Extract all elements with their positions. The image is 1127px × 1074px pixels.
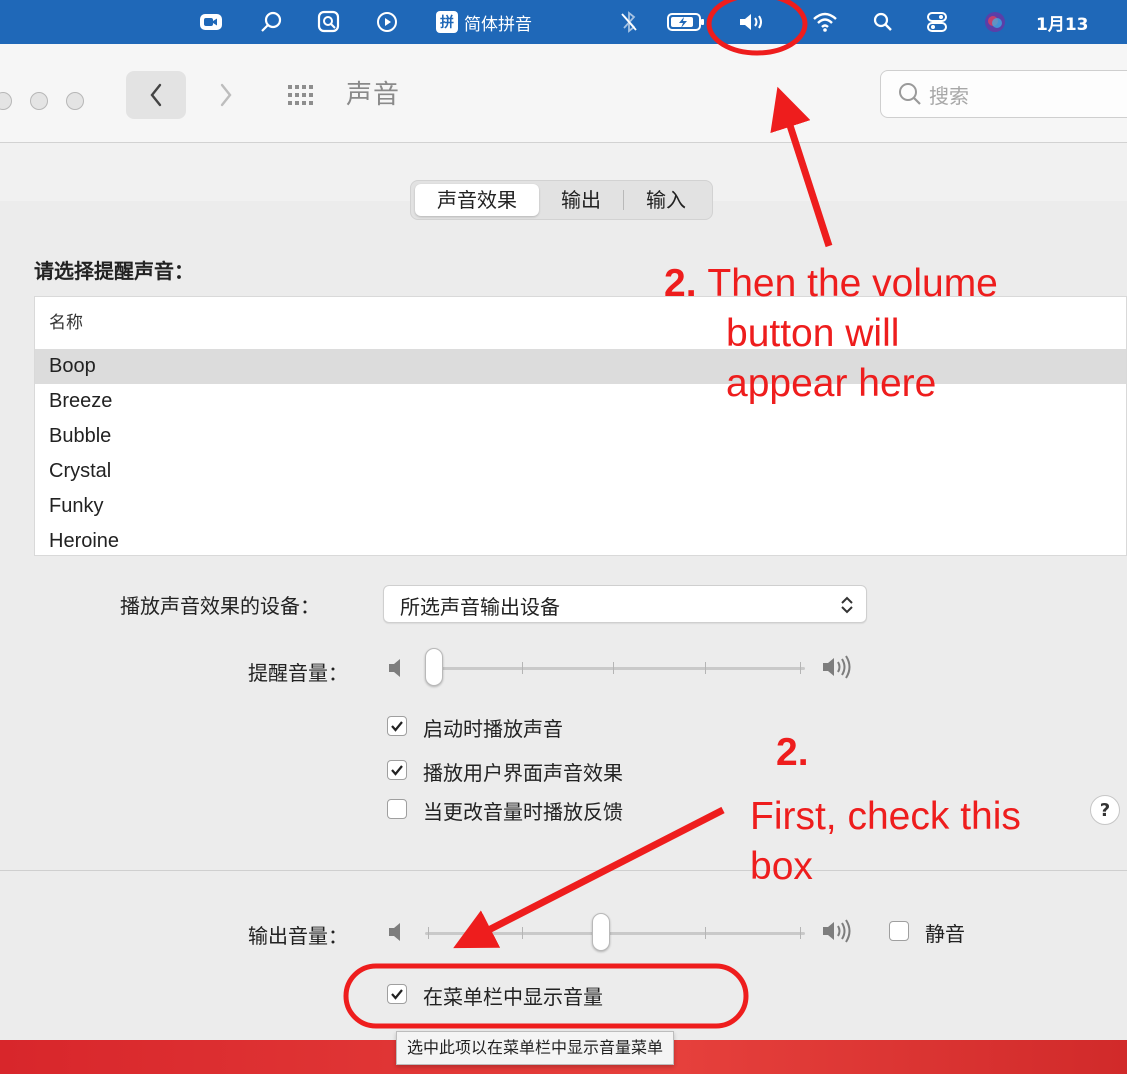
alert-volume-label: 提醒音量： <box>248 661 348 685</box>
checkmark-icon <box>391 989 403 1000</box>
list-item[interactable]: Crystal <box>35 454 1126 489</box>
startup-sound-checkbox[interactable] <box>387 716 407 736</box>
search-field[interactable]: 搜索 <box>880 70 1127 118</box>
annotation-top-number: 2. <box>664 262 697 305</box>
menubar-clock[interactable]: 1月13 <box>1036 0 1127 44</box>
chevron-left-icon <box>150 83 162 107</box>
battery-icon[interactable] <box>664 0 708 44</box>
window-title: 声音 <box>346 80 401 110</box>
alert-volume-slider[interactable] <box>425 648 805 688</box>
spotlight-icon[interactable] <box>868 0 898 44</box>
screenshot-search-icon[interactable] <box>312 0 346 44</box>
list-item[interactable]: Bubble <box>35 419 1126 454</box>
alert-volume-knob[interactable] <box>425 648 443 686</box>
chevron-right-icon <box>220 83 232 107</box>
ui-sound-effects-checkbox[interactable] <box>387 760 407 780</box>
ui-sound-effects-label: 播放用户界面声音效果 <box>423 761 623 785</box>
zoom-video-icon[interactable] <box>196 0 226 44</box>
help-button[interactable]: ? <box>1090 795 1120 825</box>
mute-label: 静音 <box>925 922 965 946</box>
siri-icon[interactable] <box>980 0 1010 44</box>
annotation-top-line: button will <box>726 311 900 355</box>
annotation-bottom: First, check this box <box>750 792 1021 892</box>
chevron-updown-icon <box>841 596 853 614</box>
window-toolbar: 声音 搜索 <box>0 44 1127 143</box>
tab-bar: 声音效果 输出 输入 <box>410 180 713 220</box>
volume-feedback-label: 当更改音量时播放反馈 <box>423 800 623 824</box>
list-item[interactable]: Funky <box>35 489 1126 524</box>
input-method-menu[interactable]: 拼 简体拼音 <box>436 0 576 44</box>
list-item[interactable]: Heroine <box>35 524 1126 555</box>
minimize-window-button[interactable] <box>30 92 48 110</box>
show-volume-in-menubar-checkbox[interactable] <box>387 984 407 1004</box>
output-volume-label: 输出音量： <box>248 924 348 948</box>
search-placeholder: 搜索 <box>929 83 969 108</box>
annotation-bottom-line: First, check this <box>750 795 1021 838</box>
volume-menu-icon[interactable] <box>734 0 774 44</box>
search-icon <box>899 83 921 105</box>
checkmark-icon <box>391 721 403 732</box>
annotation-bottom-number: 2. <box>776 731 809 774</box>
mute-checkbox[interactable] <box>889 921 909 941</box>
playback-device-select[interactable]: 所选声音输出设备 <box>383 585 867 623</box>
annotation-bottom-line: box <box>750 844 813 888</box>
output-volume-slider[interactable] <box>425 913 805 953</box>
checkmark-icon <box>391 765 403 776</box>
annotation-top: 2. Then the volume button will appear he… <box>664 259 998 409</box>
tab-input[interactable]: 输入 <box>624 184 708 216</box>
annotation-top-line: appear here <box>726 361 937 405</box>
speaker-high-icon <box>823 919 851 943</box>
speaker-high-icon <box>823 655 851 679</box>
zoom-window-button[interactable] <box>66 92 84 110</box>
volume-feedback-checkbox[interactable] <box>387 799 407 819</box>
wifi-icon[interactable] <box>808 0 842 44</box>
bluetooth-icon[interactable] <box>614 0 644 44</box>
show-all-grid-icon[interactable] <box>286 80 316 110</box>
input-method-label: 简体拼音 <box>464 14 532 35</box>
speaker-low-icon <box>389 659 400 677</box>
menu-bar: 拼 简体拼音 1月13 <box>0 0 1127 44</box>
play-circle-icon[interactable] <box>372 0 402 44</box>
startup-sound-label: 启动时播放声音 <box>423 717 563 741</box>
tab-sound-effects[interactable]: 声音效果 <box>415 184 539 216</box>
magnifier-search-icon[interactable] <box>256 0 286 44</box>
back-button[interactable] <box>126 71 186 119</box>
show-volume-in-menubar-label: 在菜单栏中显示音量 <box>423 985 603 1009</box>
annotation-top-line: Then the volume <box>707 262 998 305</box>
speaker-low-icon <box>389 923 400 941</box>
close-window-button[interactable] <box>0 92 12 110</box>
tooltip: 选中此项以在菜单栏中显示音量菜单 <box>396 1031 675 1065</box>
playback-device-value: 所选声音输出设备 <box>400 595 560 619</box>
playback-device-label: 播放声音效果的设备： <box>120 594 320 618</box>
pinyin-icon: 拼 <box>436 11 458 33</box>
control-center-icon[interactable] <box>922 0 952 44</box>
forward-button[interactable] <box>196 71 256 119</box>
alert-sound-label: 请选择提醒声音： <box>34 259 194 283</box>
tab-output[interactable]: 输出 <box>539 184 623 216</box>
output-volume-knob[interactable] <box>592 913 610 951</box>
